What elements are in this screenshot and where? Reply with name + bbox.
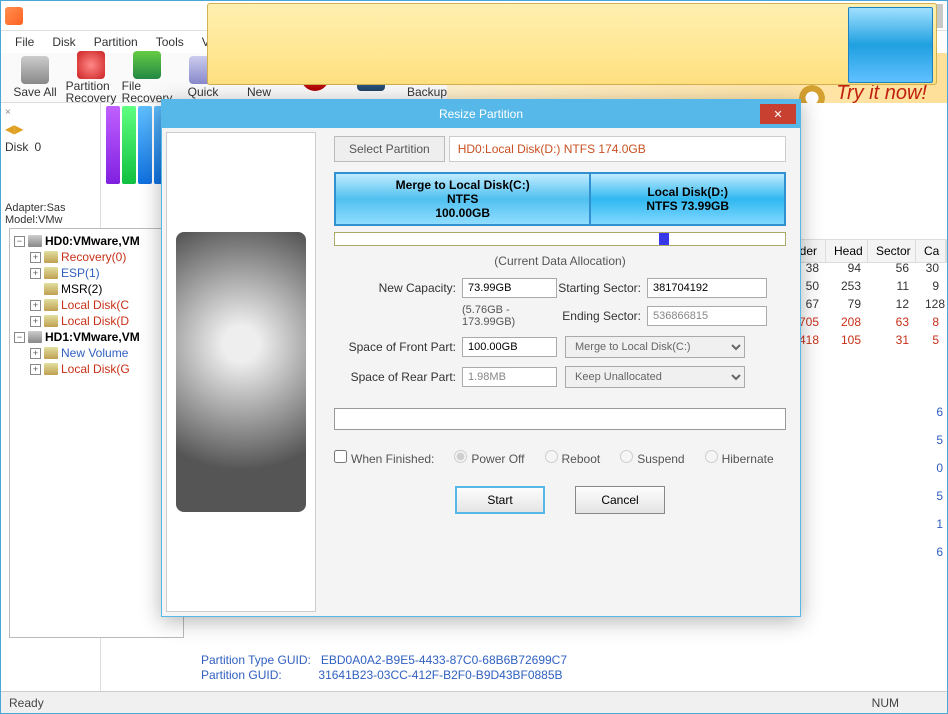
- banner-try-text: Try it now!: [836, 82, 927, 103]
- selected-partition-path: HD0:Local Disk(D:) NTFS 174.0GB: [449, 136, 786, 162]
- partition-type-guid-value: EBD0A0A2-B9E5-4433-87C0-68B6B72699C7: [321, 653, 567, 667]
- resize-partition-dialog: Resize Partition ✕ Select Partition HD0:…: [161, 99, 801, 617]
- disk-number: 0: [34, 140, 41, 154]
- table-row[interactable]: 38945630: [785, 259, 947, 277]
- adapter-label: Adapter:Sas: [5, 202, 96, 214]
- magnifier-icon: [77, 51, 105, 79]
- new-capacity-input[interactable]: [462, 278, 557, 298]
- progress-bar: [334, 408, 786, 430]
- slider-handle[interactable]: [659, 233, 669, 245]
- when-finished-checkbox[interactable]: When Finished:: [334, 450, 434, 466]
- info-numbers: 650516: [936, 391, 943, 573]
- save-icon: [21, 56, 49, 84]
- nav-arrows[interactable]: ◀▶: [5, 122, 96, 136]
- partition-recovery-button[interactable]: Partition Recovery: [63, 49, 119, 106]
- status-num: NUM: [872, 696, 899, 710]
- close-panel-icon[interactable]: ×: [5, 107, 96, 118]
- table-row[interactable]: 677912128: [785, 295, 947, 313]
- when-finished-row: When Finished: Power Off Reboot Suspend …: [334, 450, 786, 466]
- front-part-input[interactable]: [462, 337, 557, 357]
- tree-msr[interactable]: MSR(2): [14, 281, 179, 297]
- tree-local-d[interactable]: +Local Disk(D: [14, 313, 179, 329]
- box-icon: [133, 51, 161, 79]
- dialog-close-button[interactable]: ✕: [760, 104, 796, 124]
- partition-merge-segment[interactable]: Merge to Local Disk(C:) NTFS 100.00GB: [336, 174, 591, 224]
- table-row[interactable]: 418105315: [785, 331, 947, 349]
- tree-recovery[interactable]: +Recovery(0): [14, 249, 179, 265]
- harddisk-illustration: [176, 232, 306, 512]
- disk-tree[interactable]: −HD0:VMware,VM +Recovery(0) +ESP(1) MSR(…: [9, 228, 184, 638]
- model-label: Model:VMw: [5, 214, 96, 226]
- dialog-titlebar[interactable]: Resize Partition ✕: [162, 100, 800, 128]
- app-icon: [5, 7, 23, 25]
- disk-label: Disk: [5, 140, 28, 154]
- menu-file[interactable]: File: [7, 33, 42, 51]
- partition-local-segment[interactable]: Local Disk(D:) NTFS 73.99GB: [591, 174, 784, 224]
- dialog-title-text: Resize Partition: [439, 107, 523, 121]
- current-allocation-label: (Current Data Allocation): [334, 254, 786, 268]
- tree-hd0[interactable]: −HD0:VMware,VM: [14, 233, 179, 249]
- select-partition-button[interactable]: Select Partition: [334, 136, 445, 162]
- tree-new-volume[interactable]: +New Volume: [14, 345, 179, 361]
- file-recovery-button[interactable]: File Recovery: [119, 49, 175, 106]
- tree-hd1[interactable]: −HD1:VMware,VM: [14, 329, 179, 345]
- partition-guid-value: 31641B23-03CC-412F-B2F0-B9D43BF0885B: [318, 668, 562, 682]
- starting-sector-input[interactable]: [647, 278, 767, 298]
- disk-bar: [122, 106, 136, 184]
- reboot-radio[interactable]: Reboot: [545, 450, 601, 466]
- partition-preview[interactable]: Merge to Local Disk(C:) NTFS 100.00GB Lo…: [334, 172, 786, 226]
- table-row[interactable]: 705208638: [785, 313, 947, 331]
- disk-map-segment[interactable]: [848, 7, 933, 83]
- starting-sector-label: Starting Sector:: [557, 281, 647, 295]
- partition-guid-label: Partition GUID:: [201, 668, 282, 682]
- rear-part-label: Space of Rear Part:: [334, 370, 462, 384]
- cancel-button[interactable]: Cancel: [575, 486, 665, 514]
- tree-local-g[interactable]: +Local Disk(G: [14, 361, 179, 377]
- table-row[interactable]: 50253119: [785, 277, 947, 295]
- hibernate-radio[interactable]: Hibernate: [705, 450, 774, 466]
- disk-bar-chart[interactable]: [106, 106, 168, 184]
- allocation-slider[interactable]: [334, 232, 786, 246]
- disk-bar: [138, 106, 152, 184]
- dialog-image: [166, 132, 316, 612]
- partition-table-rows: 3894563050253119677912128705208638418105…: [785, 259, 947, 349]
- save-all-button[interactable]: Save All: [7, 54, 63, 101]
- rear-part-select[interactable]: Keep Unallocated: [565, 366, 745, 388]
- status-bar: Ready NUM: [1, 691, 947, 713]
- tree-esp[interactable]: +ESP(1): [14, 265, 179, 281]
- front-part-select[interactable]: Merge to Local Disk(C:): [565, 336, 745, 358]
- guid-info: Partition Type GUID: EBD0A0A2-B9E5-4433-…: [201, 652, 567, 683]
- disk-map-preview[interactable]: [207, 3, 937, 85]
- dialog-main: Select Partition HD0:Local Disk(D:) NTFS…: [320, 128, 800, 616]
- tree-local-c[interactable]: +Local Disk(C: [14, 297, 179, 313]
- start-button[interactable]: Start: [455, 486, 545, 514]
- capacity-range: (5.76GB - 173.99GB): [462, 304, 557, 328]
- rear-part-input: [462, 367, 557, 387]
- ending-sector-label: Ending Sector:: [557, 309, 647, 323]
- new-capacity-label: New Capacity:: [334, 281, 462, 295]
- ending-sector-input: [647, 306, 767, 326]
- disk-bar: [106, 106, 120, 184]
- power-off-radio[interactable]: Power Off: [454, 450, 524, 466]
- partition-type-guid-label: Partition Type GUID:: [201, 653, 311, 667]
- status-text: Ready: [9, 696, 44, 710]
- front-part-label: Space of Front Part:: [334, 340, 462, 354]
- suspend-radio[interactable]: Suspend: [620, 450, 684, 466]
- gear-icon: [797, 83, 827, 103]
